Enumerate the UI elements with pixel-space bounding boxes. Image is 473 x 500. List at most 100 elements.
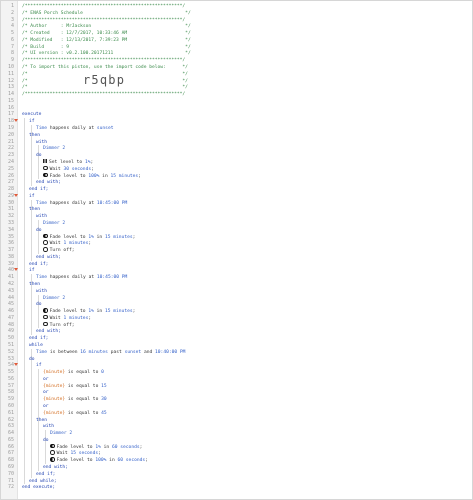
code-token: Time (36, 200, 48, 206)
code-token: with (36, 214, 48, 220)
collapse-arrow-icon[interactable] (14, 119, 18, 123)
code-text: end execute; (22, 484, 55, 491)
code-token: end with; (43, 465, 68, 471)
off-icon (43, 321, 48, 327)
code-token: do (29, 356, 35, 362)
code-token: Time (36, 126, 48, 132)
code-token: 10:40:00 PM (155, 349, 186, 355)
fade-icon (50, 443, 55, 449)
code-token: ; (132, 234, 136, 240)
code-token: sunset (124, 349, 142, 355)
code-token: 100% (88, 173, 100, 179)
code-token: is equal to (65, 410, 102, 416)
code-token: {minute} (43, 410, 66, 416)
bars-icon (43, 159, 47, 164)
code-token: 1 minutes (63, 241, 89, 247)
code-token: /* Created : 12/7/2017, 10:33:46 AM */ (22, 31, 191, 37)
collapse-arrow-icon[interactable] (14, 363, 18, 367)
code-token: ; (98, 451, 101, 457)
code-token: Time (36, 275, 48, 281)
code-token: Fade level to (56, 458, 96, 464)
code-editor: 1/**************************************… (0, 0, 473, 500)
code-token: end while; (29, 478, 57, 484)
code-token: Wait (49, 166, 64, 172)
code-token: in (100, 444, 112, 450)
code-token: end with; (36, 329, 61, 335)
code-token: Fade level to (49, 309, 89, 315)
clock-icon (50, 450, 55, 456)
code-token: Turn off; (49, 248, 75, 254)
code-token: end with; (36, 254, 61, 260)
code-token: and (141, 349, 156, 355)
fade-icon (50, 457, 55, 462)
code-token: end if; (36, 471, 56, 477)
collapse-arrow-icon[interactable] (14, 193, 18, 197)
code-token: then (29, 132, 41, 138)
code-token: do (43, 437, 49, 443)
code-token: 10:45:00 PM (96, 275, 128, 281)
code-token: 30 (101, 397, 107, 403)
code-token: if (29, 268, 35, 274)
import-code: r5qbp (83, 73, 126, 87)
code-token: /* Modified : 12/13/2017, 7:39:23 PM */ (22, 37, 191, 43)
code-token: /* UI version : v0.2.100.20171211 */ (22, 51, 191, 57)
code-token: 15 seconds (70, 451, 99, 457)
code-token: Dimmer 2 (50, 431, 73, 437)
code-token: 15 minutes (104, 309, 133, 315)
code-token: 0 (101, 370, 104, 376)
code-token: 15 (101, 383, 107, 389)
code-token: is equal to (65, 397, 102, 403)
code-token: 16 minutes (80, 349, 108, 355)
code-token: 15 minutes (110, 173, 139, 179)
code-line: 72 end execute; (1, 484, 472, 491)
code-token: /* Author : MrJackson */ (22, 24, 191, 30)
code-token: ; (139, 444, 143, 450)
clock-icon (43, 240, 48, 245)
code-token: happens daily at (47, 126, 97, 132)
code-token: Time (36, 349, 48, 355)
code-token: do (36, 227, 42, 233)
code-token: in (93, 234, 105, 240)
code-token: then (29, 281, 41, 287)
code-token: ; (145, 458, 148, 464)
code-token: do (36, 302, 42, 308)
code-token: {minute} (43, 397, 66, 403)
code-token: /***************************************… (22, 4, 186, 9)
code-token: in (99, 173, 111, 179)
code-token: Dimmer 2 (43, 220, 66, 226)
code-token: 60 seconds (117, 458, 146, 464)
code-token: Dimmer 2 (43, 295, 66, 301)
fade-icon (43, 308, 48, 313)
code-token: happens daily at (47, 275, 97, 281)
code-token: if (36, 363, 42, 369)
code-token: execute (22, 112, 42, 118)
code-token: if (29, 193, 35, 199)
code-token: ; (91, 166, 94, 172)
code-token: ; (90, 159, 94, 165)
code-token: Dimmer 2 (43, 146, 66, 152)
code-token: in (93, 309, 105, 315)
code-token: in (106, 458, 118, 464)
code-token: {minute} (43, 370, 66, 376)
code-token: /***************************************… (22, 17, 186, 23)
code-token: end with; (36, 180, 61, 186)
code-token: ; (88, 241, 92, 247)
code-token: end if; (29, 187, 49, 193)
code-token: end execute; (22, 485, 56, 491)
code-token: with (36, 139, 48, 145)
code-token: /* To import this piston, use the import… (22, 65, 188, 71)
collapse-arrow-icon[interactable] (14, 268, 18, 272)
code-token: 15 minutes (104, 234, 133, 240)
code-token: Fade level to (49, 234, 89, 240)
code-token: with (43, 424, 55, 430)
code-token: /* Build : 9 */ (22, 44, 191, 50)
code-token: while (29, 343, 43, 348)
code-token: /***************************************… (22, 92, 186, 98)
code-token: Set level to (49, 159, 85, 165)
code-token: 30 seconds (63, 166, 92, 172)
code-token: do (36, 153, 42, 159)
code-token: is equal to (65, 383, 102, 389)
code-token: if (29, 119, 35, 125)
code-token: is equal to (65, 370, 102, 376)
code-token: end if; (29, 261, 49, 267)
